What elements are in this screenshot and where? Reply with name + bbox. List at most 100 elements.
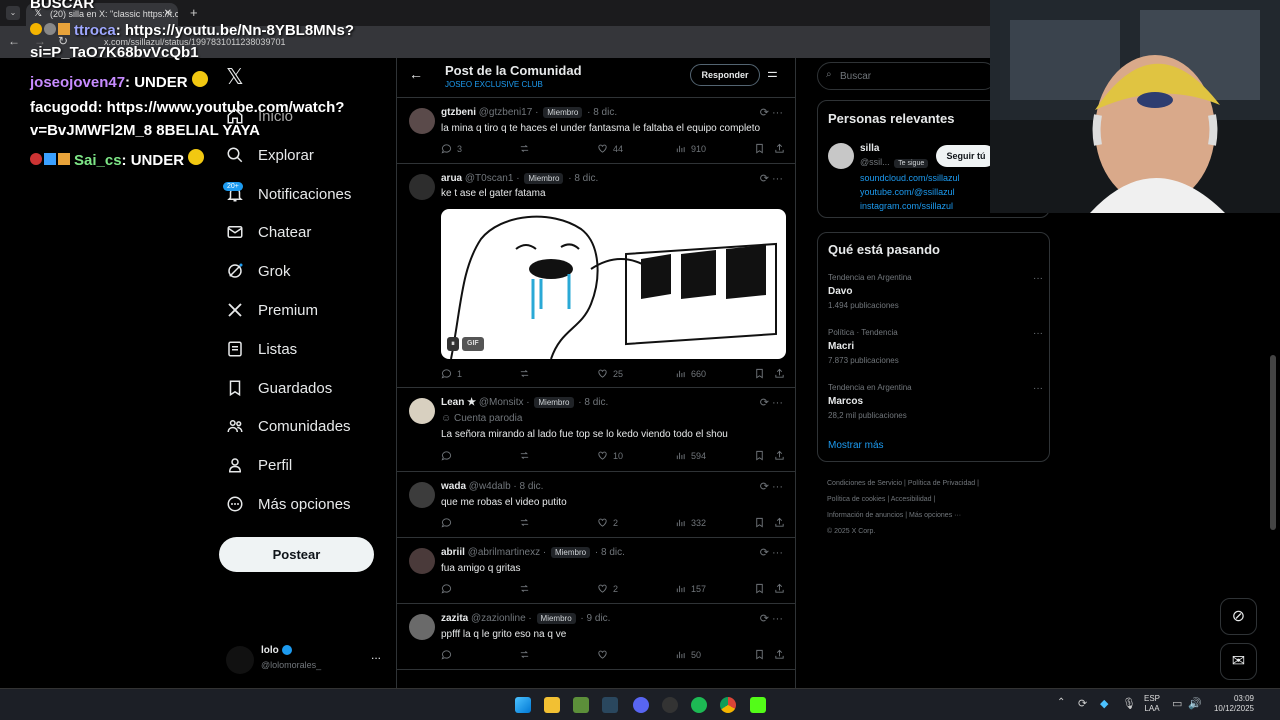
post-item[interactable]: zazita @zazionline · Miembro · 9 dic. ⟳ …	[397, 604, 795, 670]
views-action[interactable]: 594	[675, 450, 706, 461]
back-icon[interactable]: ←	[8, 34, 20, 48]
bookmark-action[interactable]	[754, 583, 770, 594]
post-author[interactable]: abriil	[441, 547, 465, 558]
tray-clock[interactable]: 03:09 10/12/2025	[1208, 694, 1254, 714]
kick-icon[interactable]	[750, 697, 766, 713]
bookmark-action[interactable]	[754, 517, 770, 528]
share-action[interactable]	[774, 143, 790, 154]
nav-item-guardados[interactable]: Guardados	[226, 370, 332, 406]
like-action[interactable]: 2	[597, 583, 618, 594]
footer-link[interactable]: Política de cookies	[827, 496, 885, 503]
footer-link[interactable]: Condiciones de Servicio	[827, 480, 902, 487]
post-item[interactable]: abriil @abrilmartinexz · Miembro · 8 dic…	[397, 538, 795, 604]
post-author[interactable]: Lean ★	[441, 397, 476, 408]
nav-item-inicio[interactable]: Inicio	[226, 98, 293, 134]
x-logo-icon[interactable]: 𝕏	[226, 64, 244, 90]
post-item[interactable]: gtzbeni @gtzbeni17 · Miembro · 8 dic. ⟳ …	[397, 98, 795, 164]
retweet-action[interactable]	[519, 143, 535, 154]
reply-action[interactable]: 1	[441, 368, 462, 379]
tray-chevron-icon[interactable]: ⌃	[1057, 697, 1065, 708]
retweet-action[interactable]	[519, 517, 535, 528]
reply-action[interactable]	[441, 583, 457, 594]
profile-name[interactable]: silla	[860, 143, 879, 154]
trend-more-icon[interactable]: ···	[1033, 273, 1043, 284]
post-author[interactable]: wada	[441, 481, 466, 492]
file-explorer-icon[interactable]	[544, 697, 560, 713]
share-action[interactable]	[774, 450, 790, 461]
footer-link[interactable]: Accesibilidad	[891, 496, 932, 503]
post-more-icon[interactable]: ⟳ ···	[760, 612, 783, 625]
views-action[interactable]: 660	[675, 368, 706, 379]
community-name[interactable]: JOSEO EXCLUSIVE CLUB	[445, 80, 543, 89]
tab-list-button[interactable]: ⌄	[6, 6, 20, 20]
nav-item-grok[interactable]: Grok	[226, 253, 291, 289]
nav-item-premium[interactable]: Premium	[226, 292, 318, 328]
post-more-icon[interactable]: ⟳ ···	[760, 480, 783, 493]
sliders-icon[interactable]: ⚌	[767, 66, 778, 80]
share-action[interactable]	[774, 649, 790, 660]
profile-link[interactable]: soundcloud.com/ssillazul	[860, 173, 960, 183]
share-action[interactable]	[774, 583, 790, 594]
views-action[interactable]: 157	[675, 583, 706, 594]
profile-link[interactable]: instagram.com/ssillazul	[860, 201, 953, 211]
like-action[interactable]: 25	[597, 368, 623, 379]
post-author[interactable]: arua	[441, 173, 462, 184]
trend-item[interactable]: Tendencia en Argentina Davo 1.494 public…	[828, 273, 1043, 315]
views-action[interactable]: 50	[675, 649, 701, 660]
nav-item-chatear[interactable]: Chatear	[226, 214, 311, 250]
show-more-link[interactable]: Mostrar más	[828, 440, 884, 451]
page-scrollbar[interactable]	[1270, 355, 1276, 530]
spotify-icon[interactable]	[691, 697, 707, 713]
account-switcher[interactable]: lolo @lolomorales_ ...	[226, 644, 386, 676]
reply-button[interactable]: Responder	[690, 64, 760, 86]
discord-icon[interactable]	[633, 697, 649, 713]
tray-network-icon[interactable]: ▭	[1172, 697, 1182, 710]
retweet-action[interactable]	[519, 450, 535, 461]
nav-item-mas-opciones[interactable]: Más opciones	[226, 486, 351, 522]
follow-button[interactable]: Seguir tú	[936, 145, 996, 167]
like-action[interactable]: 2	[597, 517, 618, 528]
post-item[interactable]: Lean ★ @Monsitx · Miembro · 8 dic. ⟳ ···…	[397, 388, 795, 472]
footer-link[interactable]: Información de anuncios	[827, 512, 903, 519]
search-input[interactable]: ⌕ Buscar	[817, 62, 997, 90]
post-author[interactable]: gtzbeni	[441, 107, 476, 118]
back-arrow-icon[interactable]: ←	[409, 66, 423, 82]
views-action[interactable]: 332	[675, 517, 706, 528]
spreadsheet-app-icon[interactable]	[573, 697, 589, 713]
windows-start-icon[interactable]	[515, 697, 531, 713]
nav-item-perfil[interactable]: Perfil	[226, 447, 292, 483]
post-item[interactable]: wada @w4dalb · 8 dic. ⟳ ··· que me robas…	[397, 472, 795, 538]
avatar[interactable]	[828, 143, 854, 169]
nav-item-explorar[interactable]: Explorar	[226, 137, 314, 173]
retweet-action[interactable]	[519, 649, 535, 660]
footer-link[interactable]: Más opciones ···	[909, 512, 961, 519]
post-more-icon[interactable]: ⟳ ···	[760, 396, 783, 409]
post-more-icon[interactable]: ⟳ ···	[760, 546, 783, 559]
tray-sync-icon[interactable]: ⟳	[1078, 697, 1087, 710]
tray-microphone-icon[interactable]: 🎙	[1122, 697, 1136, 710]
share-action[interactable]	[774, 368, 790, 379]
bookmark-action[interactable]	[754, 450, 770, 461]
bookmark-action[interactable]	[754, 649, 770, 660]
account-more-icon[interactable]: ...	[371, 648, 381, 662]
tray-language[interactable]: ESP LAA	[1144, 694, 1160, 714]
trend-item[interactable]: Tendencia en Argentina Marcos 28,2 mil p…	[828, 383, 1043, 425]
reply-action[interactable]	[441, 517, 457, 528]
chrome-icon[interactable]	[720, 697, 736, 713]
pause-icon[interactable]: ⏸	[447, 337, 459, 351]
messages-float-button[interactable]: ✉	[1220, 643, 1257, 680]
nav-item-listas[interactable]: Listas	[226, 331, 297, 367]
nav-item-comunidades[interactable]: Comunidades	[226, 408, 351, 444]
reply-action[interactable]	[441, 450, 457, 461]
trend-more-icon[interactable]: ···	[1033, 383, 1043, 394]
post-more-icon[interactable]: ⟳ ···	[760, 172, 783, 185]
profile-link[interactable]: youtube.com/@ssillazul	[860, 187, 955, 197]
post-item[interactable]: arua @T0scan1 · Miembro · 8 dic. ⟳ ··· k…	[397, 164, 795, 388]
bookmark-action[interactable]	[754, 368, 770, 379]
obs-icon[interactable]	[662, 697, 678, 713]
close-tab-icon[interactable]: ✕	[164, 8, 172, 19]
like-action[interactable]	[597, 649, 613, 660]
retweet-action[interactable]	[519, 368, 535, 379]
post-more-icon[interactable]: ⟳ ···	[760, 106, 783, 119]
like-action[interactable]: 44	[597, 143, 623, 154]
